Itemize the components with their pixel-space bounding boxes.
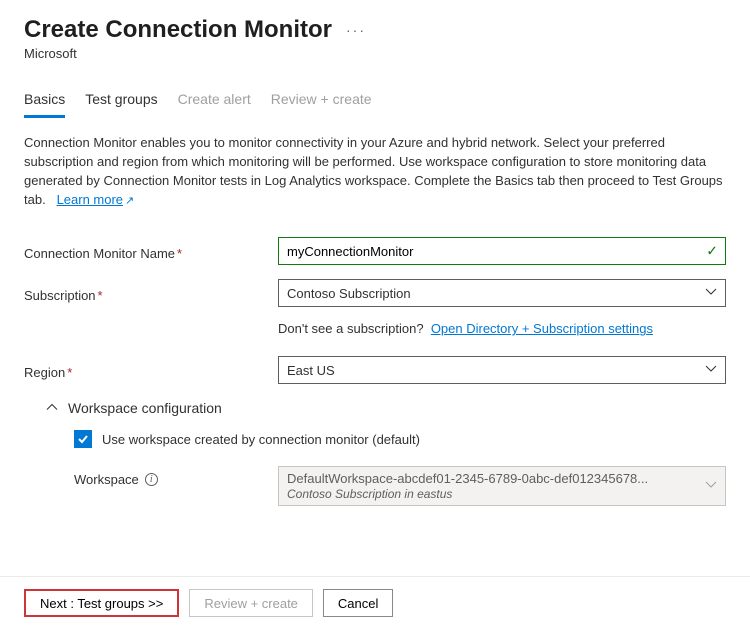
info-icon[interactable]: i xyxy=(145,473,158,486)
chevron-up-icon xyxy=(46,401,58,416)
chevron-down-icon xyxy=(705,286,717,301)
learn-more-link[interactable]: Learn more↗ xyxy=(57,192,135,207)
region-label: Region* xyxy=(24,361,278,380)
use-default-workspace-label: Use workspace created by connection moni… xyxy=(102,432,420,447)
use-default-workspace-checkbox[interactable] xyxy=(74,430,92,448)
tab-review-create: Review + create xyxy=(271,85,372,118)
review-create-button: Review + create xyxy=(189,589,313,617)
region-select[interactable]: East US xyxy=(278,356,726,384)
chevron-down-icon xyxy=(705,479,717,494)
page-title: Create Connection Monitor xyxy=(24,16,332,44)
subscription-helper: Don't see a subscription? Open Directory… xyxy=(24,321,726,336)
external-link-icon: ↗ xyxy=(125,194,134,210)
workspace-label: Workspace i xyxy=(74,466,278,487)
next-button[interactable]: Next : Test groups >> xyxy=(24,589,179,617)
subscription-label: Subscription* xyxy=(24,284,278,303)
workspace-section-toggle[interactable]: Workspace configuration xyxy=(46,400,726,416)
name-label: Connection Monitor Name* xyxy=(24,242,278,261)
footer-bar: Next : Test groups >> Review + create Ca… xyxy=(0,576,750,629)
cancel-button[interactable]: Cancel xyxy=(323,589,393,617)
directory-settings-link[interactable]: Open Directory + Subscription settings xyxy=(431,321,653,336)
subscription-select[interactable]: Contoso Subscription xyxy=(278,279,726,307)
tab-create-alert: Create alert xyxy=(178,85,251,118)
name-input[interactable] xyxy=(278,237,726,265)
more-actions-icon[interactable]: ··· xyxy=(346,22,366,38)
tab-bar: Basics Test groups Create alert Review +… xyxy=(24,85,726,118)
tab-test-groups[interactable]: Test groups xyxy=(85,85,157,118)
tab-basics[interactable]: Basics xyxy=(24,85,65,118)
workspace-select: DefaultWorkspace-abcdef01-2345-6789-0abc… xyxy=(278,466,726,506)
description-text: Connection Monitor enables you to monito… xyxy=(24,134,726,209)
page-subtitle: Microsoft xyxy=(24,46,726,61)
chevron-down-icon xyxy=(705,363,717,378)
